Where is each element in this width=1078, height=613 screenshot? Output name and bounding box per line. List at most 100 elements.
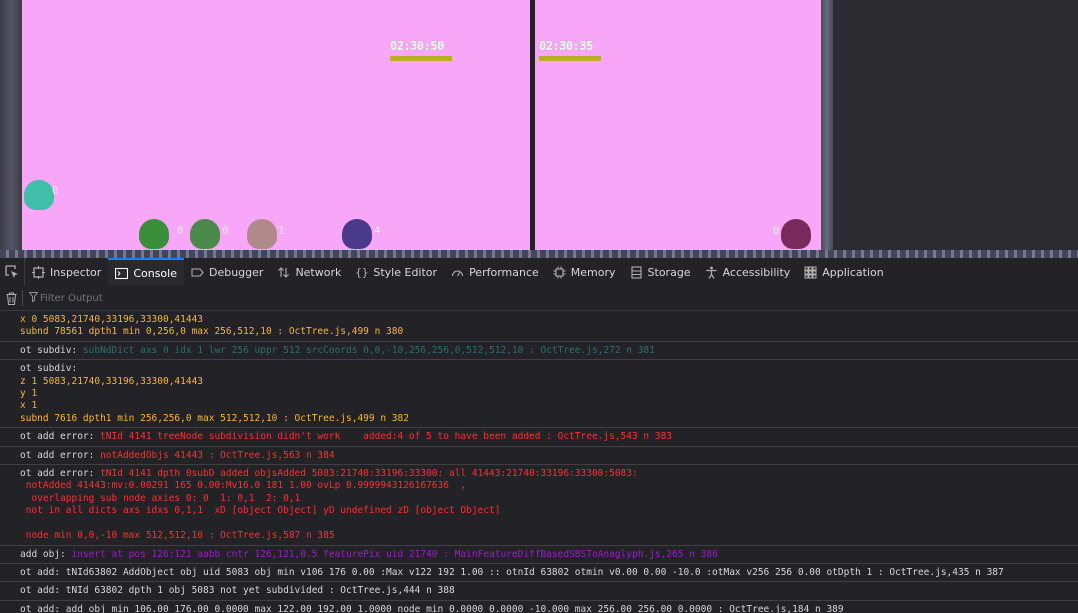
tab-inspector-label: Inspector (50, 265, 102, 279)
page-viewport: 02:30:50 0 0 0 1 4 02:30:35 0 (0, 0, 1078, 258)
console-message: add obj: insert at pos 126:121 aabb cntr… (0, 546, 1078, 564)
tab-performance-label: Performance (469, 265, 539, 279)
console-text-segment (20, 518, 26, 529)
maroon-blob (781, 219, 811, 249)
tab-network[interactable]: Network (270, 258, 348, 286)
console-text-segment: ot add: add obj min 106.00 176.00 0.0000… (20, 603, 844, 613)
console-message-line: overlapping sub node axies 0: 0 1: 0,1 2… (20, 493, 1058, 505)
console-text-segment: ot add: tNId63802 AddObject obj uid 5083… (20, 566, 1004, 578)
right-scroll-strip (821, 0, 833, 258)
tab-console[interactable]: Console (108, 258, 184, 286)
console-text-segment: x 1 (20, 400, 38, 412)
teal-blob-tag: 0 (52, 184, 59, 197)
console-text-segment: ot add error: (20, 431, 101, 443)
console-text-segment: not in all dicts axs idxs 0,1,1 xD [obje… (20, 505, 501, 517)
console-message-line: node min 0,0,-10 max 512,512,10 : OctTre… (20, 530, 1058, 542)
console-message: x 0 5083,21740,33196,33300,41443 subnd 78… (0, 311, 1078, 342)
tab-console-label: Console (133, 266, 177, 280)
tab-inspector[interactable]: Inspector (25, 258, 108, 286)
console-text-segment: subnd 78561 dpth1 min 0,256,0 max 256,51… (20, 326, 404, 338)
console-text-segment: node min 0,0,-10 max 512,512,10 : OctTre… (20, 530, 335, 542)
console-text-segment: y 1 (20, 388, 38, 400)
element-picker-button[interactable] (0, 258, 25, 286)
console-message-line: ot add: tNId 63802 dpth 1 obj 5083 not y… (20, 585, 1058, 597)
memory-icon (553, 266, 566, 279)
trash-icon (6, 292, 16, 305)
console-text-segment: notAddedObjs 41443 : OctTree.js,563 n 38… (100, 449, 335, 461)
tab-debugger[interactable]: Debugger (184, 258, 270, 286)
left-scroll-strip (0, 0, 22, 258)
green-blob-1-tag: 0 (177, 224, 184, 237)
tab-network-label: Network (295, 265, 342, 279)
console-message-line: y 1 (20, 388, 1058, 400)
pink-blob-tag: 1 (278, 224, 285, 237)
console-text-segment: tNId 4141 treeNode subdivision didn't wo… (100, 431, 673, 443)
console-text-segment: subnd 7616 dpth1 min 256,256,0 max 512,5… (20, 412, 409, 424)
accessibility-icon (705, 266, 718, 279)
left-progress-bar (390, 56, 452, 61)
console-output[interactable]: x 0 5083,21740,33196,33300,41443 subnd 78… (0, 311, 1078, 613)
tab-style-editor[interactable]: {} Style Editor (348, 258, 444, 286)
console-message-line: x 0 5083,21740,33196,33300,41443 (20, 314, 1058, 326)
console-message-line: ot subdiv: subNdDict axs 0 idx 1 lwr 256… (20, 345, 1058, 357)
console-message: ot add error: tNId 4141 dpth 0subD added… (0, 465, 1078, 546)
left-timestamp: 02:30:50 (390, 39, 444, 53)
filter-output-input[interactable] (38, 292, 340, 304)
console-message-line: x 1 (20, 400, 1058, 412)
console-message: ot add: add obj min 106.00 176.00 0.0000… (0, 601, 1078, 613)
green-blob-2 (190, 219, 220, 249)
right-progress-bar (539, 56, 601, 61)
console-text-segment: tNId 4141 dpth 0subD added objsAdded 508… (100, 468, 638, 480)
console-message: ot subdiv: subNdDict axs 0 idx 1 lwr 256… (0, 342, 1078, 361)
console-message: ot add error: notAddedObjs 41443 : OctTr… (0, 447, 1078, 466)
maroon-blob-tag: 0 (773, 224, 780, 237)
console-message: ot subdiv: z 1 5083,21740,33196,33300,414… (0, 360, 1078, 429)
tab-style-editor-label: Style Editor (373, 265, 438, 279)
console-message-line: ot add: add obj min 106.00 176.00 0.0000… (20, 604, 1058, 613)
console-message-line: not in all dicts axs idxs 0,1,1 xD [obje… (20, 505, 1058, 517)
console-text-segment: overlapping sub node axies 0: 0 1: 0,1 2… (20, 492, 301, 504)
indigo-blob (342, 219, 372, 249)
right-timestamp: 02:30:35 (539, 39, 593, 53)
console-message-line: subnd 78561 dpth1 min 0,256,0 max 256,51… (20, 326, 1058, 338)
storage-icon (630, 265, 643, 279)
console-text-segment: insert at pos 126:121 aabb cntr 126,121,… (71, 548, 718, 560)
tab-memory[interactable]: Memory (546, 258, 623, 286)
console-message: ot add error: tNId 4141 treeNode subdivi… (0, 428, 1078, 447)
left-canvas[interactable]: 02:30:50 0 0 0 1 4 (22, 0, 530, 250)
teal-blob (24, 180, 54, 210)
console-text-segment: add obj: (20, 548, 72, 560)
tab-accessibility[interactable]: Accessibility (698, 258, 798, 286)
tab-storage-label: Storage (647, 265, 691, 279)
tab-memory-label: Memory (570, 265, 616, 279)
clear-console-button[interactable] (0, 292, 22, 305)
console-filter-bar (0, 286, 1078, 311)
console-message-line (20, 518, 1058, 530)
filter-icon (28, 291, 39, 305)
tab-debugger-label: Debugger (208, 265, 264, 279)
console-message-line: ot add error: notAddedObjs 41443 : OctTr… (20, 450, 1058, 462)
console-text-segment: ot add error: (20, 468, 101, 480)
console-text-segment: z 1 5083,21740,33196,33300,41443 (20, 375, 204, 387)
console-text-segment: notAdded 41443:mv:0.00291 165 0.00:Mv16.… (20, 480, 467, 492)
pink-blob (247, 219, 277, 249)
console-message-line: ot add error: tNId 4141 treeNode subdivi… (20, 431, 1058, 443)
console-text-segment: ot add: tNId 63802 dpth 1 obj 5083 not y… (20, 585, 455, 597)
performance-icon (451, 266, 464, 279)
tab-accessibility-label: Accessibility (722, 265, 791, 279)
debugger-icon (191, 266, 204, 279)
tab-performance[interactable]: Performance (444, 258, 546, 286)
devtools-toolbar: Inspector Console Debugger Network {} St… (0, 258, 1078, 287)
console-text-segment: ot subdiv: (20, 363, 78, 375)
console-text-segment: ot add error: (20, 449, 101, 461)
tab-storage[interactable]: Storage (623, 258, 698, 286)
right-canvas[interactable]: 02:30:35 0 (535, 0, 821, 250)
style-editor-icon: {} (355, 265, 369, 279)
console-message-line: ot add error: tNId 4141 dpth 0subD added… (20, 468, 1058, 480)
element-picker-icon (5, 265, 18, 278)
console-message: ot add: tNId 63802 dpth 1 obj 5083 not y… (0, 582, 1078, 601)
console-text-segment: x 0 5083,21740,33196,33300,41443 (20, 314, 204, 325)
console-message-line: z 1 5083,21740,33196,33300,41443 (20, 376, 1058, 388)
empty-page-area (833, 0, 1078, 250)
tab-application[interactable]: Application (797, 258, 890, 286)
